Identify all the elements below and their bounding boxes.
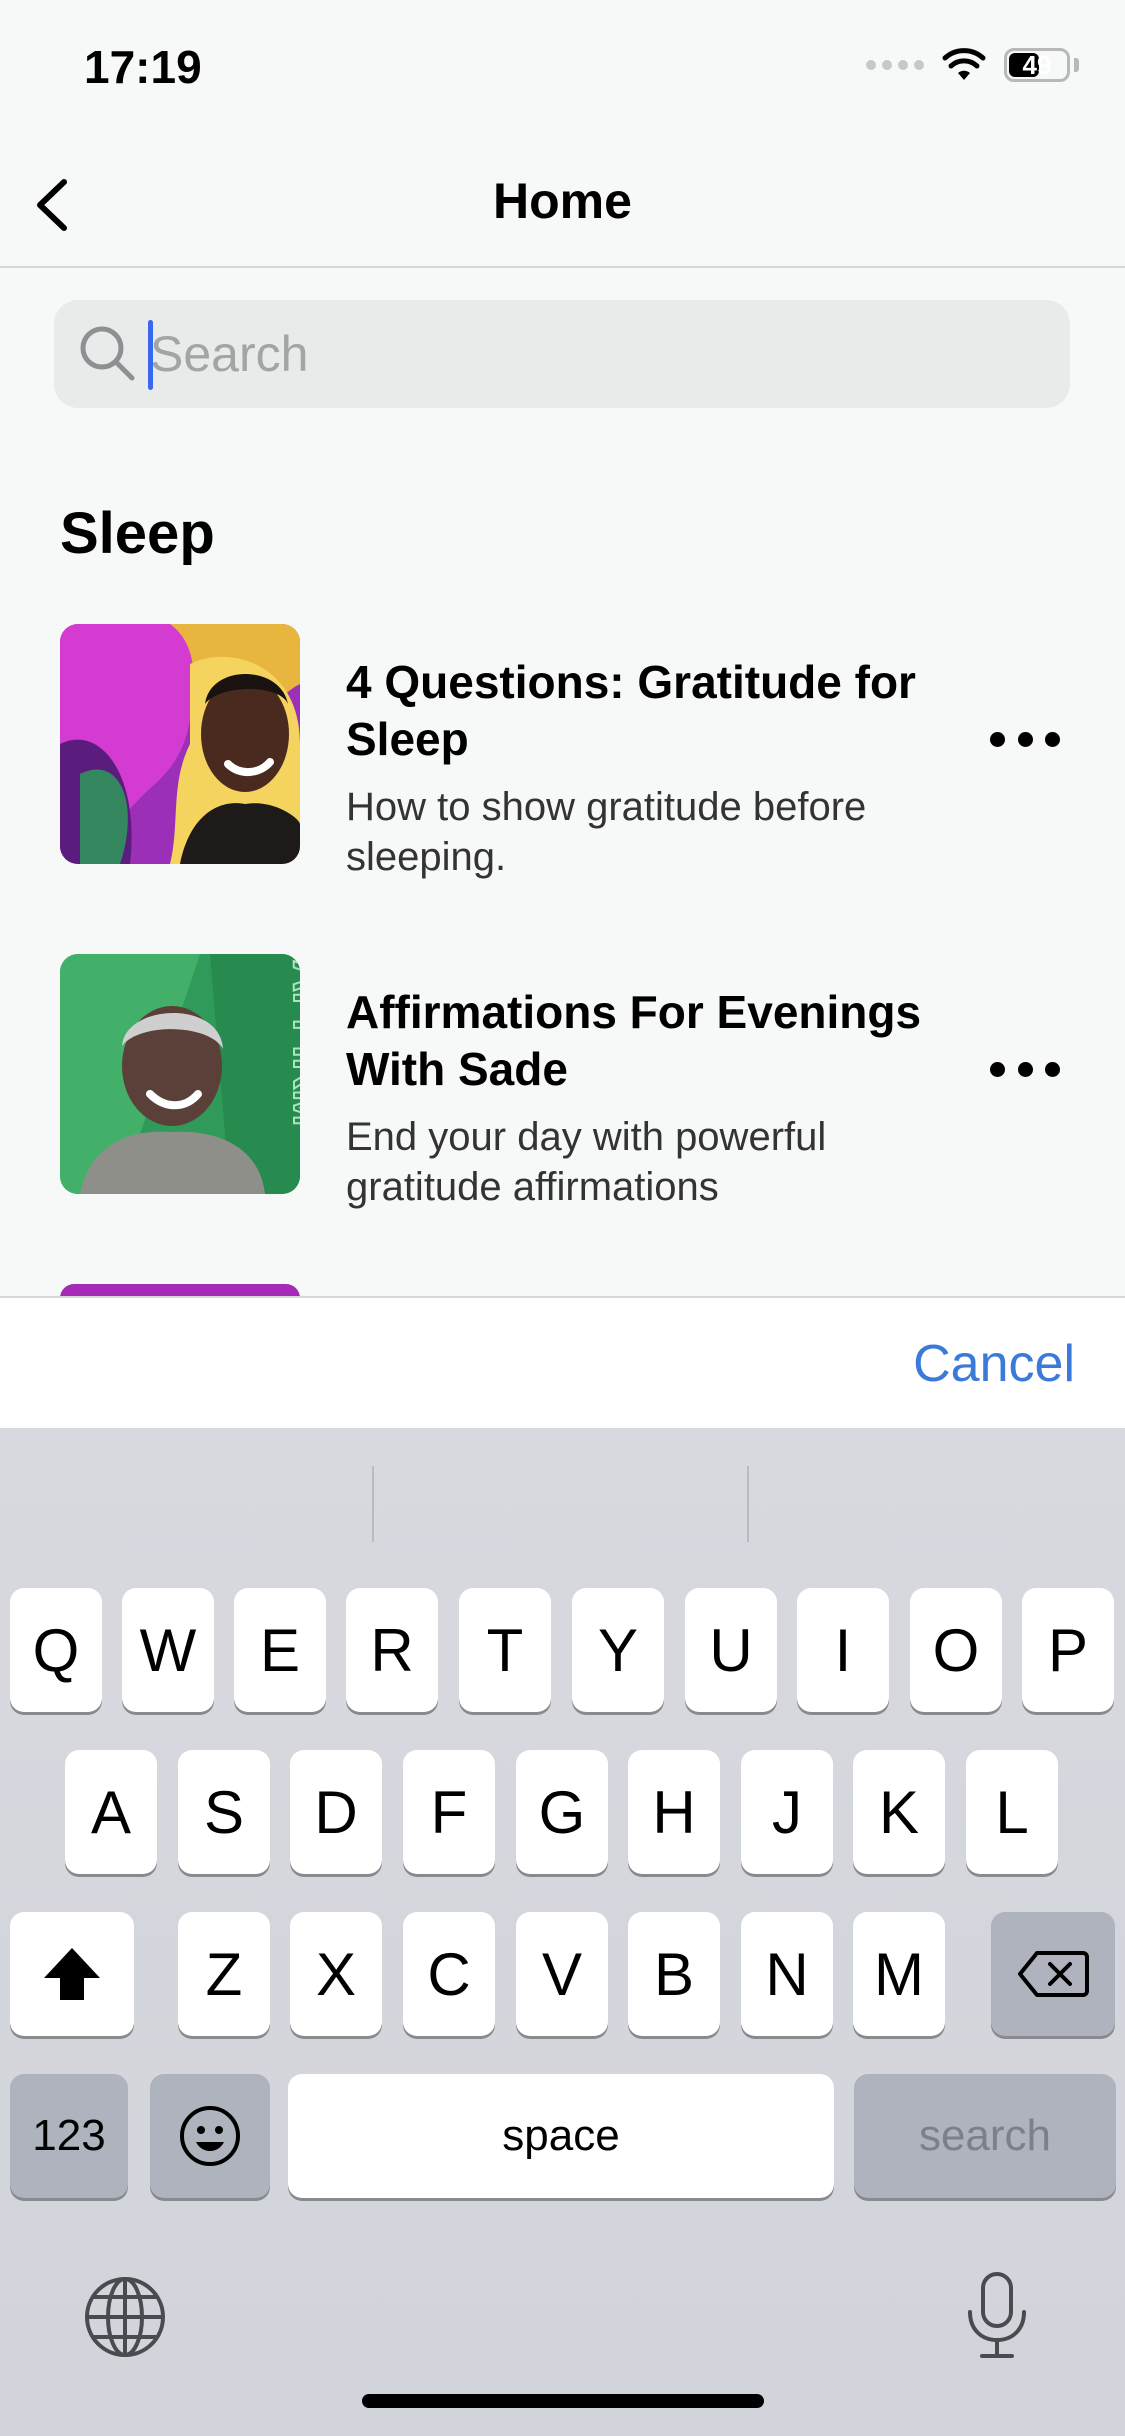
- microphone-icon: [968, 2272, 1026, 2358]
- item-thumbnail: AFFIRM: [60, 954, 300, 1194]
- key-u[interactable]: U: [685, 1588, 777, 1712]
- navigation-bar: Home: [0, 150, 1125, 268]
- shift-icon: [44, 1948, 100, 2000]
- key-c[interactable]: C: [403, 1912, 495, 2036]
- key-h[interactable]: H: [628, 1750, 720, 1874]
- key-m[interactable]: M: [853, 1912, 945, 2036]
- search-accessory-bar: Cancel: [0, 1296, 1125, 1430]
- item-subtitle: End your day with powerful gratitude aff…: [346, 1115, 827, 1209]
- shift-key[interactable]: [10, 1912, 134, 2036]
- key-l[interactable]: L: [966, 1750, 1058, 1874]
- item-title: Affirmations For Evenings With Sade: [346, 986, 922, 1095]
- more-options-button[interactable]: [990, 724, 1060, 754]
- key-t[interactable]: T: [459, 1588, 551, 1712]
- search-input[interactable]: [150, 314, 1030, 394]
- key-b[interactable]: B: [628, 1912, 720, 2036]
- key-f[interactable]: F: [403, 1750, 495, 1874]
- wifi-icon: [942, 48, 986, 80]
- key-p[interactable]: P: [1022, 1588, 1114, 1712]
- list-item[interactable]: AFFIRM Affirmations For Evenings With Sa…: [0, 954, 1125, 1209]
- key-x[interactable]: X: [290, 1912, 382, 2036]
- list-item[interactable]: 4 Questions: Gratitude for Sleep How to …: [0, 624, 1125, 879]
- globe-button[interactable]: [80, 2272, 170, 2362]
- key-z[interactable]: Z: [178, 1912, 270, 2036]
- cellular-signal-icon: [866, 60, 924, 70]
- emoji-icon: [180, 2106, 240, 2166]
- key-y[interactable]: Y: [572, 1588, 664, 1712]
- key-k[interactable]: K: [853, 1750, 945, 1874]
- key-r[interactable]: R: [346, 1588, 438, 1712]
- backspace-icon: [1018, 1951, 1089, 1997]
- status-icons: 49: [866, 48, 1079, 82]
- item-thumbnail: [60, 624, 300, 864]
- key-i[interactable]: I: [797, 1588, 889, 1712]
- key-e[interactable]: E: [234, 1588, 326, 1712]
- search-icon: [80, 326, 135, 381]
- prediction-divider: [747, 1466, 749, 1542]
- emoji-key[interactable]: [150, 2074, 270, 2198]
- dictation-button[interactable]: [952, 2268, 1042, 2364]
- key-n[interactable]: N: [741, 1912, 833, 2036]
- battery-icon: 49: [1004, 48, 1070, 82]
- battery-level: 49: [1022, 50, 1052, 80]
- home-indicator: [362, 2394, 764, 2408]
- key-w[interactable]: W: [122, 1588, 214, 1712]
- key-a[interactable]: A: [65, 1750, 157, 1874]
- status-time: 17:19: [84, 41, 202, 93]
- key-d[interactable]: D: [290, 1750, 382, 1874]
- key-j[interactable]: J: [741, 1750, 833, 1874]
- key-o[interactable]: O: [910, 1588, 1002, 1712]
- search-key[interactable]: search: [854, 2074, 1116, 2198]
- thumbnail-text: AFFIRM: [284, 960, 300, 1126]
- section-title: Sleep: [60, 501, 215, 566]
- key-s[interactable]: S: [178, 1750, 270, 1874]
- key-v[interactable]: V: [516, 1912, 608, 2036]
- item-subtitle: How to show gratitude before sleeping.: [346, 785, 867, 879]
- key-q[interactable]: Q: [10, 1588, 102, 1712]
- item-title: 4 Questions: Gratitude for Sleep: [346, 656, 916, 765]
- more-options-button[interactable]: [990, 1054, 1060, 1084]
- key-g[interactable]: G: [516, 1750, 608, 1874]
- delete-key[interactable]: [991, 1912, 1115, 2036]
- prediction-divider: [372, 1466, 374, 1542]
- page-title: Home: [493, 173, 632, 229]
- numbers-key[interactable]: 123: [10, 2074, 128, 2198]
- search-field[interactable]: [54, 300, 1070, 408]
- text-cursor: [148, 320, 153, 390]
- keyboard: Q W E R T Y U I O P A S D F G H J K L Z …: [0, 1428, 1125, 2436]
- cancel-button[interactable]: Cancel: [913, 1334, 1075, 1394]
- globe-icon: [85, 2277, 165, 2357]
- space-key[interactable]: space: [288, 2074, 834, 2198]
